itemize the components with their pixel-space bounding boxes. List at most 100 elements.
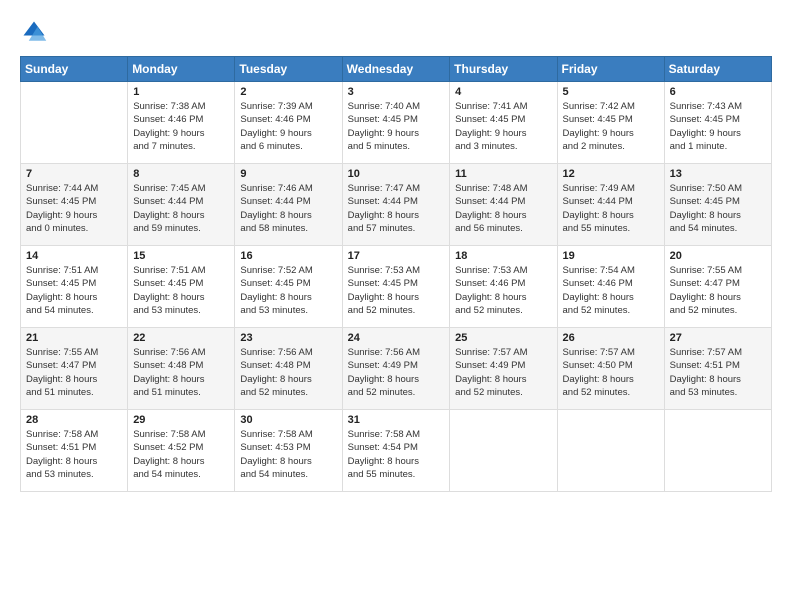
calendar-cell: 28 Sunrise: 7:58 AM Sunset: 4:51 PM Dayli… bbox=[21, 410, 128, 492]
day-info: Sunrise: 7:46 AM Sunset: 4:44 PM Dayligh… bbox=[240, 183, 312, 234]
calendar-cell: 29 Sunrise: 7:58 AM Sunset: 4:52 PM Dayli… bbox=[128, 410, 235, 492]
calendar-week-1: 1 Sunrise: 7:38 AM Sunset: 4:46 PM Daylig… bbox=[21, 82, 772, 164]
weekday-header-friday: Friday bbox=[557, 57, 664, 82]
day-info: Sunrise: 7:49 AM Sunset: 4:44 PM Dayligh… bbox=[563, 183, 635, 234]
weekday-header-tuesday: Tuesday bbox=[235, 57, 342, 82]
day-number: 17 bbox=[348, 250, 445, 262]
calendar-cell: 14Sunrise: 7:51 AM Sunset: 4:45 PM Dayli… bbox=[21, 246, 128, 328]
day-info: Sunrise: 7:56 AM Sunset: 4:48 PM Dayligh… bbox=[133, 347, 205, 398]
header bbox=[20, 18, 772, 46]
weekday-header-thursday: Thursday bbox=[450, 57, 557, 82]
day-info: Sunrise: 7:42 AM Sunset: 4:45 PM Dayligh… bbox=[563, 101, 635, 152]
day-info: Sunrise: 7:45 AM Sunset: 4:44 PM Dayligh… bbox=[133, 183, 205, 234]
day-number: 16 bbox=[240, 250, 336, 262]
day-number: 25 bbox=[455, 332, 551, 344]
day-info: Sunrise: 7:39 AM Sunset: 4:46 PM Dayligh… bbox=[240, 101, 312, 152]
calendar-cell: 16 Sunrise: 7:52 AM Sunset: 4:45 PM Dayli… bbox=[235, 246, 342, 328]
day-number: 15 bbox=[133, 250, 229, 262]
day-number: 13 bbox=[670, 168, 766, 180]
calendar-cell bbox=[557, 410, 664, 492]
calendar-cell: 20 Sunrise: 7:55 AM Sunset: 4:47 PM Dayli… bbox=[664, 246, 771, 328]
weekday-header-wednesday: Wednesday bbox=[342, 57, 450, 82]
calendar-cell: 31 Sunrise: 7:58 AM Sunset: 4:54 PM Dayli… bbox=[342, 410, 450, 492]
day-info: Sunrise: 7:47 AM Sunset: 4:44 PM Dayligh… bbox=[348, 183, 420, 234]
logo-icon bbox=[20, 18, 48, 46]
day-info: Sunrise: 7:58 AM Sunset: 4:54 PM Dayligh… bbox=[348, 429, 420, 480]
day-info: Sunrise: 7:58 AM Sunset: 4:52 PM Dayligh… bbox=[133, 429, 205, 480]
calendar-cell bbox=[21, 82, 128, 164]
day-number: 5 bbox=[563, 86, 659, 98]
calendar-cell: 5 Sunrise: 7:42 AM Sunset: 4:45 PM Daylig… bbox=[557, 82, 664, 164]
calendar-week-4: 21Sunrise: 7:55 AM Sunset: 4:47 PM Dayli… bbox=[21, 328, 772, 410]
calendar-cell: 21Sunrise: 7:55 AM Sunset: 4:47 PM Dayli… bbox=[21, 328, 128, 410]
day-info: Sunrise: 7:53 AM Sunset: 4:45 PM Dayligh… bbox=[348, 265, 420, 316]
day-info: Sunrise: 7:56 AM Sunset: 4:48 PM Dayligh… bbox=[240, 347, 312, 398]
day-info: Sunrise: 7:57 AM Sunset: 4:49 PM Dayligh… bbox=[455, 347, 527, 398]
calendar-cell: 12 Sunrise: 7:49 AM Sunset: 4:44 PM Dayli… bbox=[557, 164, 664, 246]
weekday-header-sunday: Sunday bbox=[21, 57, 128, 82]
day-number: 3 bbox=[348, 86, 445, 98]
day-info: Sunrise: 7:51 AM Sunset: 4:45 PM Dayligh… bbox=[26, 265, 98, 316]
day-number: 27 bbox=[670, 332, 766, 344]
day-number: 12 bbox=[563, 168, 659, 180]
day-number: 1 bbox=[133, 86, 229, 98]
day-number: 23 bbox=[240, 332, 336, 344]
calendar-cell: 4Sunrise: 7:41 AM Sunset: 4:45 PM Daylig… bbox=[450, 82, 557, 164]
calendar-week-5: 28 Sunrise: 7:58 AM Sunset: 4:51 PM Dayli… bbox=[21, 410, 772, 492]
calendar-table: SundayMondayTuesdayWednesdayThursdayFrid… bbox=[20, 56, 772, 492]
day-info: Sunrise: 7:56 AM Sunset: 4:49 PM Dayligh… bbox=[348, 347, 420, 398]
logo bbox=[20, 18, 52, 46]
weekday-header-saturday: Saturday bbox=[664, 57, 771, 82]
calendar-cell bbox=[664, 410, 771, 492]
day-number: 7 bbox=[26, 168, 122, 180]
day-number: 31 bbox=[348, 414, 445, 426]
calendar-cell: 9 Sunrise: 7:46 AM Sunset: 4:44 PM Daylig… bbox=[235, 164, 342, 246]
day-number: 19 bbox=[563, 250, 659, 262]
calendar-cell: 8 Sunrise: 7:45 AM Sunset: 4:44 PM Daylig… bbox=[128, 164, 235, 246]
day-info: Sunrise: 7:43 AM Sunset: 4:45 PM Dayligh… bbox=[670, 101, 742, 152]
day-info: Sunrise: 7:58 AM Sunset: 4:53 PM Dayligh… bbox=[240, 429, 312, 480]
day-number: 10 bbox=[348, 168, 445, 180]
calendar-cell: 17 Sunrise: 7:53 AM Sunset: 4:45 PM Dayli… bbox=[342, 246, 450, 328]
day-number: 8 bbox=[133, 168, 229, 180]
day-number: 21 bbox=[26, 332, 122, 344]
day-number: 6 bbox=[670, 86, 766, 98]
day-number: 30 bbox=[240, 414, 336, 426]
day-info: Sunrise: 7:54 AM Sunset: 4:46 PM Dayligh… bbox=[563, 265, 635, 316]
calendar-week-3: 14Sunrise: 7:51 AM Sunset: 4:45 PM Dayli… bbox=[21, 246, 772, 328]
day-info: Sunrise: 7:41 AM Sunset: 4:45 PM Dayligh… bbox=[455, 101, 527, 152]
calendar-cell: 6 Sunrise: 7:43 AM Sunset: 4:45 PM Daylig… bbox=[664, 82, 771, 164]
weekday-header-monday: Monday bbox=[128, 57, 235, 82]
day-info: Sunrise: 7:51 AM Sunset: 4:45 PM Dayligh… bbox=[133, 265, 205, 316]
day-info: Sunrise: 7:58 AM Sunset: 4:51 PM Dayligh… bbox=[26, 429, 98, 480]
day-info: Sunrise: 7:57 AM Sunset: 4:51 PM Dayligh… bbox=[670, 347, 742, 398]
day-number: 22 bbox=[133, 332, 229, 344]
day-number: 11 bbox=[455, 168, 551, 180]
calendar-cell: 3 Sunrise: 7:40 AM Sunset: 4:45 PM Daylig… bbox=[342, 82, 450, 164]
day-number: 9 bbox=[240, 168, 336, 180]
day-info: Sunrise: 7:53 AM Sunset: 4:46 PM Dayligh… bbox=[455, 265, 527, 316]
day-number: 28 bbox=[26, 414, 122, 426]
calendar-cell: 10 Sunrise: 7:47 AM Sunset: 4:44 PM Dayli… bbox=[342, 164, 450, 246]
day-info: Sunrise: 7:55 AM Sunset: 4:47 PM Dayligh… bbox=[670, 265, 742, 316]
calendar-cell bbox=[450, 410, 557, 492]
calendar-week-2: 7 Sunrise: 7:44 AM Sunset: 4:45 PM Daylig… bbox=[21, 164, 772, 246]
day-info: Sunrise: 7:44 AM Sunset: 4:45 PM Dayligh… bbox=[26, 183, 98, 234]
day-number: 26 bbox=[563, 332, 659, 344]
day-info: Sunrise: 7:38 AM Sunset: 4:46 PM Dayligh… bbox=[133, 101, 205, 152]
calendar-cell: 25 Sunrise: 7:57 AM Sunset: 4:49 PM Dayli… bbox=[450, 328, 557, 410]
calendar-cell: 19 Sunrise: 7:54 AM Sunset: 4:46 PM Dayli… bbox=[557, 246, 664, 328]
day-number: 2 bbox=[240, 86, 336, 98]
day-number: 29 bbox=[133, 414, 229, 426]
day-number: 18 bbox=[455, 250, 551, 262]
day-info: Sunrise: 7:40 AM Sunset: 4:45 PM Dayligh… bbox=[348, 101, 420, 152]
calendar-cell: 13Sunrise: 7:50 AM Sunset: 4:45 PM Dayli… bbox=[664, 164, 771, 246]
day-number: 20 bbox=[670, 250, 766, 262]
calendar-cell: 11 Sunrise: 7:48 AM Sunset: 4:44 PM Dayli… bbox=[450, 164, 557, 246]
calendar-cell: 1 Sunrise: 7:38 AM Sunset: 4:46 PM Daylig… bbox=[128, 82, 235, 164]
day-info: Sunrise: 7:52 AM Sunset: 4:45 PM Dayligh… bbox=[240, 265, 312, 316]
calendar-cell: 30 Sunrise: 7:58 AM Sunset: 4:53 PM Dayli… bbox=[235, 410, 342, 492]
calendar-cell: 24Sunrise: 7:56 AM Sunset: 4:49 PM Dayli… bbox=[342, 328, 450, 410]
day-info: Sunrise: 7:48 AM Sunset: 4:44 PM Dayligh… bbox=[455, 183, 527, 234]
calendar-cell: 15 Sunrise: 7:51 AM Sunset: 4:45 PM Dayli… bbox=[128, 246, 235, 328]
